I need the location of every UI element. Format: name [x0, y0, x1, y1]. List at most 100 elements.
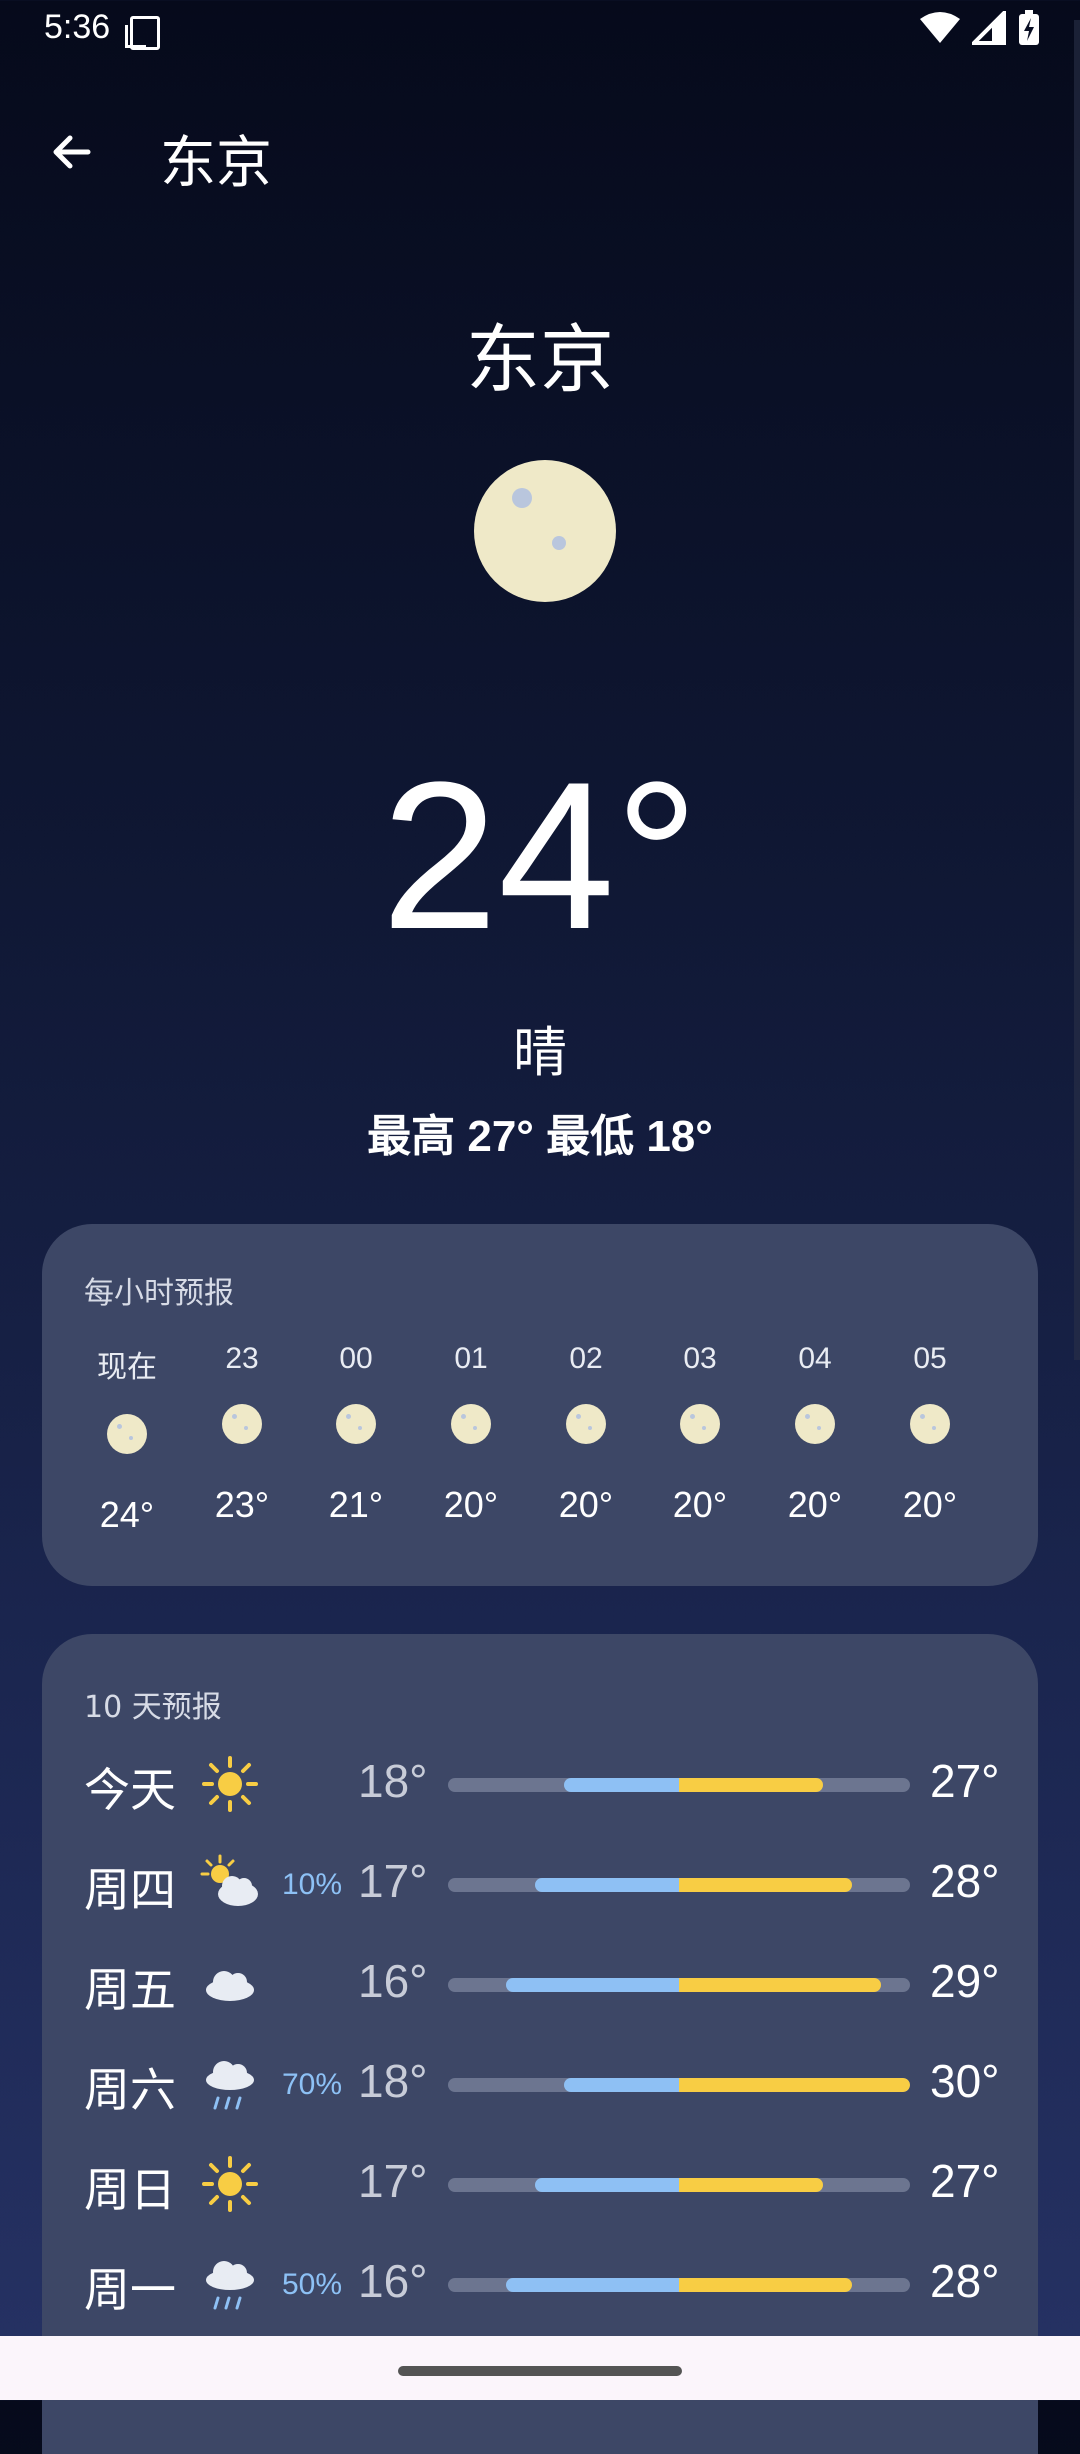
daily-forecast-title: 10 天预报	[84, 1690, 222, 1725]
day-low-temp: 17°	[358, 1855, 428, 1907]
app-bar: 东京	[0, 90, 1080, 210]
hour-temp: 20°	[672, 1484, 728, 1525]
hourly-item: 05 20°	[875, 1342, 985, 1526]
range-bar-cold	[563, 1778, 679, 1792]
current-temperature: 24°	[381, 738, 699, 973]
rain-icon	[206, 2061, 254, 2110]
sun-cloud-icon	[200, 1854, 258, 1906]
range-bar-warm	[679, 1878, 853, 1892]
app-bar-title: 东京	[160, 131, 272, 196]
range-bar-cold	[534, 1878, 679, 1892]
sun-icon	[202, 2156, 258, 2212]
day-high-temp: 30°	[930, 2055, 1000, 2107]
day-low-temp: 18°	[358, 2055, 428, 2107]
day-low-temp: 16°	[358, 1955, 428, 2007]
hourly-item: 04 20°	[760, 1342, 870, 1526]
moon-icon	[336, 1404, 376, 1444]
scrollbar[interactable]	[1074, 20, 1080, 1360]
daily-forecast-card[interactable]: 10 天预报 今天 18° 27° 周四 10% 17° 28° 周五 16° …	[42, 1634, 1038, 2454]
daily-row[interactable]: 今天 18° 27°	[42, 1744, 1038, 1824]
moon-icon	[222, 1404, 262, 1444]
hourly-item: 02 20°	[531, 1342, 641, 1526]
range-bar-cold	[505, 1978, 679, 1992]
daily-row[interactable]: 周六 70% 18° 30°	[42, 2044, 1038, 2124]
hour-temp: 20°	[902, 1484, 958, 1525]
moon-icon	[680, 1404, 720, 1444]
hour-label: 00	[339, 1342, 373, 1375]
daily-row[interactable]: 周四 10% 17° 28°	[42, 1844, 1038, 1924]
range-bar-warm	[679, 2278, 853, 2292]
hour-temp: 23°	[214, 1484, 270, 1525]
range-bar-warm	[679, 1978, 882, 1992]
hourly-item: 23 23°	[187, 1342, 297, 1526]
hour-label: 05	[913, 1342, 947, 1375]
current-high-low: 最高 27° 最低 18°	[367, 1112, 713, 1161]
day-name: 今天	[84, 1763, 176, 1817]
hour-temp: 20°	[443, 1484, 499, 1525]
moon-icon	[795, 1404, 835, 1444]
arrow-back-icon	[53, 135, 91, 169]
temperature-range-bar	[448, 1978, 910, 1992]
hour-temp: 20°	[787, 1484, 843, 1525]
temperature-range-bar	[448, 2078, 910, 2092]
wifi-icon	[920, 12, 960, 43]
moon-icon	[107, 1414, 147, 1454]
back-button[interactable]	[30, 110, 114, 194]
range-bar-warm	[679, 2178, 824, 2192]
current-condition: 晴	[513, 1021, 567, 1084]
range-bar-warm	[679, 1778, 824, 1792]
screenshot-notification-icon	[125, 16, 160, 50]
battery-charging-icon	[1019, 10, 1039, 45]
day-precipitation: 70%	[282, 2068, 343, 2101]
hourly-forecast-card[interactable]: 每小时预报 现在 24° 23 23° 00 21° 01 20° 02 20°…	[42, 1224, 1038, 1586]
range-bar-cold	[563, 2078, 679, 2092]
day-precipitation: 50%	[282, 2268, 343, 2301]
day-high-temp: 28°	[930, 1855, 1000, 1907]
day-name: 周五	[84, 1963, 176, 2017]
day-low-temp: 17°	[358, 2155, 428, 2207]
hour-label: 现在	[97, 1351, 157, 1384]
sun-icon	[202, 1756, 258, 1812]
temperature-range-bar	[448, 2278, 910, 2292]
status-icons	[920, 10, 1040, 46]
day-high-temp: 27°	[930, 1755, 1000, 1807]
temperature-range-bar	[448, 1878, 910, 1892]
range-bar-cold	[505, 2278, 679, 2292]
status-time: 5:36	[44, 8, 111, 46]
hourly-item: 03 20°	[645, 1342, 755, 1526]
moon-icon	[566, 1404, 606, 1444]
hour-label: 01	[454, 1342, 488, 1375]
gesture-handle[interactable]	[398, 2366, 682, 2376]
current-city: 东京	[466, 317, 614, 403]
hourly-item: 01 20°	[416, 1342, 526, 1526]
day-name: 周四	[84, 1863, 176, 1917]
status-bar: 5:36	[0, 0, 1080, 60]
day-name: 周一	[84, 2263, 176, 2317]
range-bar-cold	[534, 2178, 679, 2192]
daily-row[interactable]: 周日 17° 27°	[42, 2144, 1038, 2224]
day-precipitation: 10%	[282, 1868, 343, 1901]
hour-temp: 20°	[558, 1484, 614, 1525]
day-name: 周六	[84, 2063, 176, 2117]
day-low-temp: 16°	[358, 2255, 428, 2307]
hour-label: 03	[683, 1342, 717, 1375]
hour-temp: 21°	[328, 1484, 384, 1525]
daily-row[interactable]: 周五 16° 29°	[42, 1944, 1038, 2024]
day-name: 周日	[84, 2163, 176, 2217]
hour-label: 04	[798, 1342, 832, 1375]
hour-label: 02	[569, 1342, 603, 1375]
day-high-temp: 27°	[930, 2155, 1000, 2207]
day-low-temp: 18°	[358, 1755, 428, 1807]
range-bar-warm	[679, 2078, 910, 2092]
hourly-item: 现在 24°	[72, 1342, 182, 1536]
daily-row[interactable]: 周一 50% 16° 28°	[42, 2244, 1038, 2324]
day-high-temp: 29°	[930, 1955, 1000, 2007]
hour-label: 23	[225, 1342, 259, 1375]
day-high-temp: 28°	[930, 2255, 1000, 2307]
rain-icon	[206, 2261, 254, 2310]
hourly-item: 00 21°	[301, 1342, 411, 1526]
temperature-range-bar	[448, 1778, 910, 1792]
moon-icon	[451, 1404, 491, 1444]
moon-icon	[474, 460, 616, 602]
temperature-range-bar	[448, 2178, 910, 2192]
